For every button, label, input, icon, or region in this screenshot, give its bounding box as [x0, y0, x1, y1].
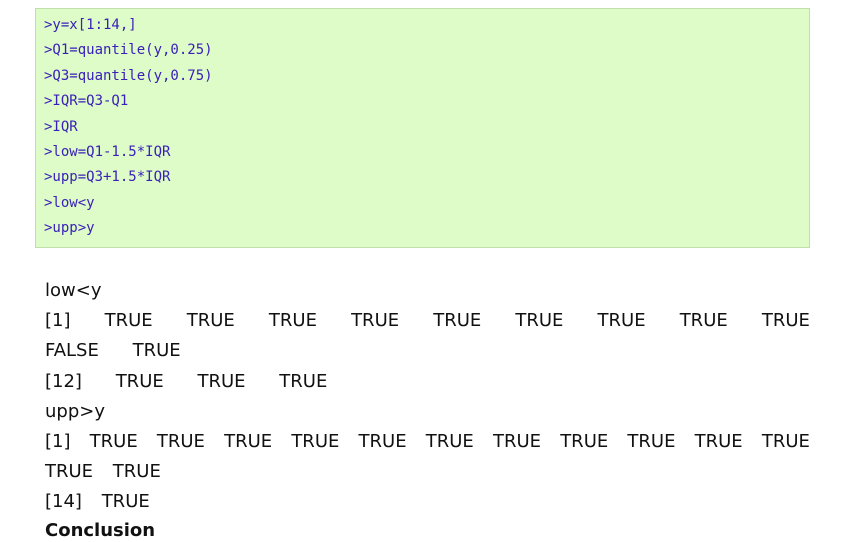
- code-line: >Q1=quantile(y,0.25): [44, 42, 213, 59]
- code-line: >y=x[1:14,]: [44, 17, 137, 33]
- output-token: TRUE: [679, 310, 728, 332]
- code-line: >upp=Q3+1.5*IQR: [44, 169, 171, 186]
- output-token: TRUE: [291, 430, 340, 452]
- output-token: TRUE: [132, 340, 181, 362]
- output-token: TRUE: [492, 430, 542, 452]
- output-token: TRUE: [268, 310, 317, 332]
- code-line: >low<y: [44, 194, 95, 211]
- output-token: TRUE: [186, 310, 235, 332]
- upp-row-3: [14] TRUE: [45, 491, 810, 521]
- output-token: TRUE: [433, 310, 482, 332]
- upp-row-1: [1] TRUE TRUE TRUE TRUE TRUE TRUE TRUE T…: [45, 431, 810, 461]
- output-token: [12]: [45, 370, 82, 392]
- output-token: [1]: [45, 310, 71, 332]
- code-block: >y=x[1:14,] >Q1=quantile(y,0.25) >Q3=qua…: [35, 8, 810, 248]
- output-token: TRUE: [89, 430, 138, 452]
- output-token: TRUE: [761, 310, 810, 332]
- output-token: TRUE: [112, 461, 161, 483]
- output-token: TRUE: [425, 430, 474, 452]
- output-token: TRUE: [627, 430, 676, 452]
- output-token: TRUE: [156, 430, 205, 452]
- upp-header: upp>y: [45, 400, 105, 422]
- output-token: TRUE: [104, 310, 153, 332]
- output-token: TRUE: [515, 310, 564, 332]
- low-header: low<y: [45, 280, 102, 301]
- output-token: [14]: [45, 491, 82, 513]
- code-line: >IQR=Q3-Q1: [44, 93, 129, 110]
- low-row-2: FALSE TRUE: [45, 340, 810, 370]
- output-token: TRUE: [358, 430, 407, 452]
- upp-row-2: TRUE TRUE: [45, 461, 810, 491]
- code-line: >IQR: [44, 118, 78, 135]
- output-token: TRUE: [694, 430, 743, 452]
- output-token: TRUE: [761, 430, 810, 452]
- low-row-3: [12] TRUE TRUE TRUE: [45, 371, 810, 401]
- output-token: TRUE: [597, 310, 646, 332]
- code-line: >Q3=quantile(y,0.75): [44, 67, 213, 84]
- output-token: TRUE: [45, 461, 94, 483]
- code-line: >upp>y: [44, 220, 95, 237]
- output-token: TRUE: [101, 491, 150, 513]
- output-token: TRUE: [224, 430, 273, 452]
- output-token: TRUE: [560, 430, 609, 452]
- code-line: >low=Q1-1.5*IQR: [44, 143, 171, 160]
- output-token: FALSE: [45, 340, 99, 362]
- output-token: [1]: [45, 430, 71, 452]
- output-token: TRUE: [115, 370, 164, 392]
- console-output: low<y [1] TRUE TRUE TRUE TRUE TRUE TRUE …: [45, 280, 810, 522]
- output-token: TRUE: [279, 370, 328, 392]
- low-row-1: [1] TRUE TRUE TRUE TRUE TRUE TRUE TRUE T…: [45, 310, 810, 340]
- output-token: TRUE: [351, 310, 400, 332]
- truncated-heading: Conclusion: [45, 520, 156, 541]
- output-token: TRUE: [197, 370, 246, 392]
